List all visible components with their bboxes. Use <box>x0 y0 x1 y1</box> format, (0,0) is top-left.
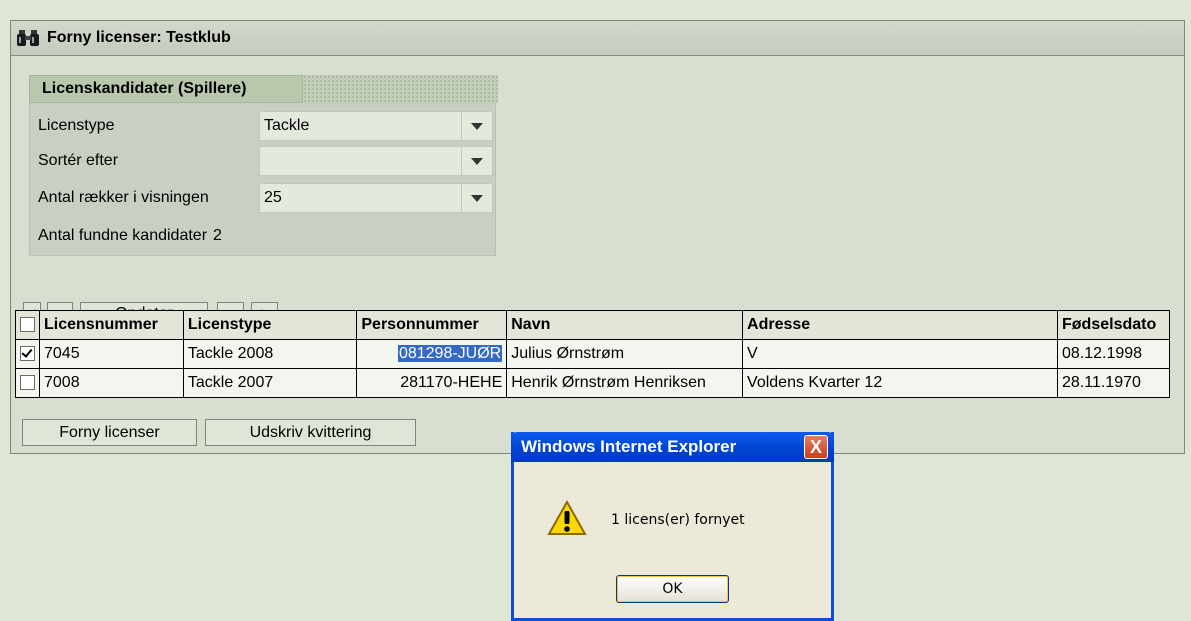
row-select-cell[interactable] <box>15 339 40 369</box>
table-cell: Julius Ørnstrøm <box>506 339 744 369</box>
column-header[interactable]: Licensnummer <box>39 310 184 340</box>
column-header[interactable]: Navn <box>506 310 744 340</box>
rows-per-view-label: Antal rækker i visningen <box>38 189 209 206</box>
filter-box: Licenskandidater (Spillere) Licenstype T… <box>29 75 498 256</box>
print-receipt-button[interactable]: Udskriv kvittering <box>205 419 416 446</box>
candidates-table: Licensnummer Licenstype Personnummer Nav… <box>15 310 1170 398</box>
chevron-down-icon[interactable] <box>461 112 492 140</box>
column-header[interactable]: Adresse <box>742 310 1058 340</box>
found-candidates-value: 2 <box>213 227 222 244</box>
select-all-checkbox[interactable] <box>20 317 35 333</box>
select-all-cell[interactable] <box>15 310 40 340</box>
table-row: 7045 Tackle 2008 081298-JUØR Julius Ørns… <box>15 339 1170 369</box>
table-cell: V <box>742 339 1058 369</box>
row-checkbox[interactable] <box>20 375 35 391</box>
warning-icon <box>547 499 587 541</box>
dialog-message: 1 licens(er) fornyet <box>611 512 745 528</box>
rows-per-view-value: 25 <box>264 189 282 206</box>
table-cell: Tackle 2008 <box>182 339 358 369</box>
table-cell: Voldens Kvarter 12 <box>742 368 1058 398</box>
sort-by-select[interactable] <box>259 146 493 176</box>
table-cell: 081298-JUØR <box>356 339 508 369</box>
alert-dialog: Windows Internet Explorer X 1 licens(er)… <box>511 432 834 621</box>
renew-licenses-button[interactable]: Forny licenser <box>22 419 197 446</box>
column-header[interactable]: Licenstype <box>182 310 358 340</box>
ok-button[interactable]: OK <box>616 575 729 603</box>
license-type-select[interactable]: Tackle <box>259 111 493 141</box>
table-cell: Henrik Ørnstrøm Henriksen <box>506 368 744 398</box>
chevron-down-icon[interactable] <box>461 147 492 175</box>
table-cell: 7008 <box>39 368 184 398</box>
close-icon[interactable]: X <box>804 435 828 459</box>
found-candidates-label: Antal fundne kandidater <box>38 227 208 244</box>
license-type-label: Licenstype <box>38 117 115 134</box>
filter-row-found: Antal fundne kandidater 2 <box>38 220 222 252</box>
license-type-value: Tackle <box>264 117 310 134</box>
rows-per-view-select[interactable]: 25 <box>259 183 493 213</box>
binoculars-icon <box>17 28 39 48</box>
column-header[interactable]: Fødselsdato <box>1057 310 1170 340</box>
window-title: Forny licenser: Testklub <box>47 29 231 46</box>
tab-license-candidates[interactable]: Licenskandidater (Spillere) <box>29 75 303 103</box>
table-cell: 28.11.1970 <box>1057 368 1170 398</box>
panel-title-bar: Forny licenser: Testklub <box>11 21 1184 56</box>
sort-by-label: Sortér efter <box>38 152 119 169</box>
table-row: 7008 Tackle 2007 281170-HEHE Henrik Ørns… <box>15 368 1170 398</box>
dialog-title: Windows Internet Explorer <box>521 437 737 456</box>
table-cell: Tackle 2007 <box>182 368 358 398</box>
row-checkbox[interactable] <box>20 346 35 362</box>
row-select-cell[interactable] <box>15 368 40 398</box>
table-cell: 08.12.1998 <box>1057 339 1170 369</box>
column-header[interactable]: Personnummer <box>356 310 508 340</box>
filter-row-rows-per-view: Antal rækker i visningen <box>38 182 250 214</box>
filter-row-sort: Sortér efter <box>38 145 250 177</box>
selected-text[interactable]: 081298-JUØR <box>397 345 503 362</box>
table-header-row: Licensnummer Licenstype Personnummer Nav… <box>15 310 1170 340</box>
dialog-title-bar[interactable]: Windows Internet Explorer X <box>511 432 834 462</box>
chevron-down-icon[interactable] <box>461 184 492 212</box>
tab-strip-fill <box>303 75 498 103</box>
filter-row-license-type: Licenstype <box>38 110 250 142</box>
table-cell: 7045 <box>39 339 184 369</box>
table-cell: 281170-HEHE <box>356 368 508 398</box>
